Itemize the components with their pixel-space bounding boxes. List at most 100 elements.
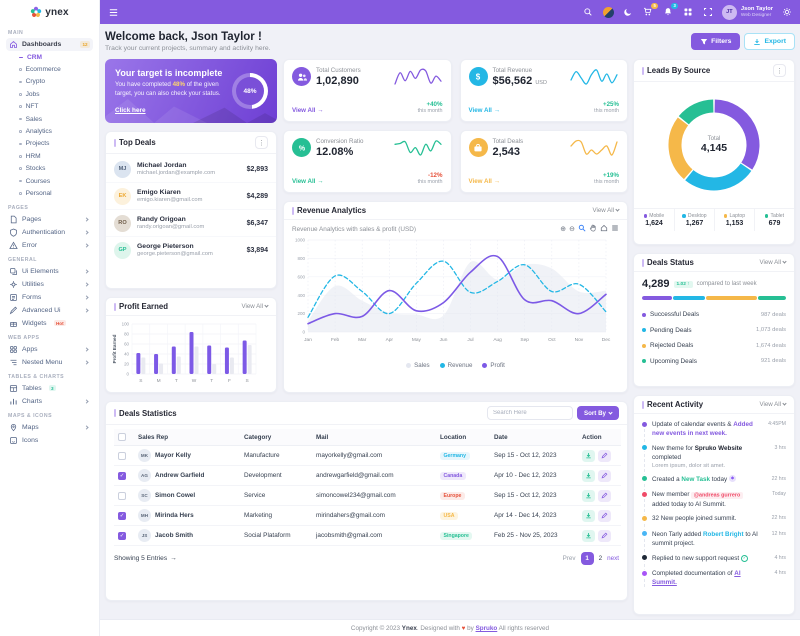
leads-menu-button[interactable]: ⋮ <box>773 64 786 77</box>
deals-view-all-link[interactable]: View All → <box>469 178 501 185</box>
legend-profit[interactable]: Profit <box>482 362 505 369</box>
sidebar-subitem-crm[interactable]: CRM <box>6 51 93 63</box>
chevron-down-icon <box>782 259 787 264</box>
fullscreen-icon[interactable] <box>702 6 715 19</box>
hamburger-menu-icon[interactable] <box>107 6 120 19</box>
profit-view-all[interactable]: View All <box>241 303 269 310</box>
conversion-view-all-link[interactable]: View All → <box>292 178 324 185</box>
search-icon[interactable] <box>582 6 595 19</box>
dark-mode-moon-icon[interactable] <box>622 6 635 19</box>
selection-zoom-icon[interactable] <box>578 224 586 234</box>
col-sales-rep[interactable]: Sales Rep <box>134 429 240 446</box>
spruko-link[interactable]: Spruko <box>476 625 498 632</box>
logo[interactable]: ynex <box>0 0 99 24</box>
sidebar-subitem-crypto[interactable]: Crypto <box>6 76 93 88</box>
legend-mobile: Mobile 1,624 <box>643 213 665 227</box>
deal-list-item[interactable]: EK Emigo Kiaren emigo.kiaren@gmail.com $4… <box>106 182 276 209</box>
sidebar-subitem-jobs[interactable]: Jobs <box>6 88 93 100</box>
row-checkbox[interactable]: ✓ <box>118 491 126 500</box>
page-1-button[interactable]: 1 <box>580 552 594 565</box>
settings-gear-icon[interactable] <box>780 6 793 19</box>
sidebar-item-widgets[interactable]: Widgets Hot <box>6 317 93 330</box>
sidebar-subitem-stocks[interactable]: Stocks <box>6 163 93 175</box>
sidebar-subitem-courses[interactable]: Courses <box>6 175 93 187</box>
sidebar-item-forms[interactable]: Forms <box>6 291 93 304</box>
country-flag-icon[interactable] <box>602 6 615 19</box>
legend-sales[interactable]: Sales <box>406 362 430 369</box>
sidebar-subitem-ecommerce[interactable]: Ecommerce <box>6 63 93 75</box>
col-category[interactable]: Category <box>240 429 312 446</box>
home-reset-icon[interactable] <box>600 224 608 234</box>
revenue-view-all[interactable]: View All <box>592 207 620 214</box>
edit-action-button[interactable] <box>598 489 611 502</box>
user-menu[interactable]: JT Json Taylor Web Designer <box>721 4 773 20</box>
sidebar-subitem-hrm[interactable]: HRM <box>6 150 93 162</box>
deals-status-view-all[interactable]: View All <box>759 259 787 266</box>
sidebar-subitem-analytics[interactable]: Analytics <box>6 125 93 137</box>
legend-revenue[interactable]: Revenue <box>439 362 472 369</box>
sidebar-item-pages[interactable]: Pages <box>6 213 93 226</box>
edit-action-button[interactable] <box>598 509 611 522</box>
edit-action-button[interactable] <box>598 529 611 542</box>
edit-action-button[interactable] <box>598 449 611 462</box>
cart-icon[interactable]: 5 <box>642 2 658 19</box>
row-checkbox[interactable]: ✓ <box>118 451 126 460</box>
notifications-bell-icon[interactable]: 3 <box>662 2 678 19</box>
sidebar-item-icons[interactable]: Icons <box>6 434 93 447</box>
zoom-out-icon[interactable]: ⊖ <box>569 226 575 233</box>
sidebar-item-advanced-ui[interactable]: Advanced Ui <box>6 304 93 317</box>
export-button[interactable]: Export <box>744 33 795 50</box>
top-deals-menu-button[interactable]: ⋮ <box>255 136 268 149</box>
download-action-button[interactable] <box>582 489 595 502</box>
sidebar-item-nested-menu[interactable]: Nested Menu <box>6 356 93 369</box>
page-2-button[interactable]: 2 <box>599 555 603 562</box>
row-checkbox[interactable]: ✓ <box>118 531 126 540</box>
activity-link[interactable]: New Task <box>681 476 710 483</box>
banner-click-here-link[interactable]: Click here <box>115 107 146 114</box>
sidebar-item-maps[interactable]: Maps <box>6 421 93 434</box>
sidebar-subitem-nft[interactable]: NFT <box>6 101 93 113</box>
download-action-button[interactable] <box>582 469 595 482</box>
chart-menu-icon[interactable] <box>611 224 619 234</box>
deal-list-item[interactable]: GP George Pieterson george.pieterson@gmai… <box>106 236 276 263</box>
deal-list-item[interactable]: RO Randy Origoan randy.origoan@gmail.com … <box>106 209 276 236</box>
download-action-button[interactable] <box>582 509 595 522</box>
sidebar-item-ui-elements[interactable]: Ui Elements <box>6 265 93 278</box>
sidebar-subitem-personal[interactable]: Personal <box>6 187 93 199</box>
deals-search-input[interactable] <box>486 406 573 420</box>
next-page-button[interactable]: next <box>607 555 619 562</box>
download-action-button[interactable] <box>582 529 595 542</box>
download-action-button[interactable] <box>582 449 595 462</box>
customers-view-all-link[interactable]: View All → <box>292 107 324 114</box>
revenue-view-all-link[interactable]: View All → <box>469 107 501 114</box>
col-date[interactable]: Date <box>490 429 578 446</box>
row-checkbox[interactable]: ✓ <box>118 511 126 520</box>
col-mail[interactable]: Mail <box>312 429 436 446</box>
app-root: ynex MAIN Dashboards 12 CRM Ecommerce Cr… <box>0 0 800 636</box>
zoom-in-icon[interactable]: ⊕ <box>560 226 566 233</box>
col-action[interactable]: Action <box>578 429 621 446</box>
sidebar-subitem-sales[interactable]: Sales <box>6 113 93 125</box>
select-all-checkbox[interactable]: ✓ <box>118 433 126 441</box>
sidebar-subitem-projects[interactable]: Projects <box>6 138 93 150</box>
sidebar-item-error[interactable]: Error <box>6 239 93 252</box>
sidebar-item-authentication[interactable]: Authentication <box>6 226 93 239</box>
pan-hand-icon[interactable] <box>589 224 597 234</box>
sidebar-item-charts[interactable]: Charts <box>6 395 93 408</box>
sidebar-item-tables[interactable]: Tables 3 <box>6 382 93 395</box>
sort-by-button[interactable]: Sort By <box>576 406 619 420</box>
prev-page-button[interactable]: Prev <box>563 555 576 562</box>
filters-button[interactable]: Filters <box>691 33 741 50</box>
edit-action-button[interactable] <box>598 469 611 482</box>
apps-grid-icon[interactable] <box>682 6 695 19</box>
sidebar-item-utilities[interactable]: Utilities <box>6 278 93 291</box>
chevron-right-icon <box>84 295 89 300</box>
col-location[interactable]: Location <box>436 429 490 446</box>
sidebar-item-apps[interactable]: Apps <box>6 343 93 356</box>
deal-list-item[interactable]: MJ Michael Jordan michael.jordan@example.… <box>106 156 276 182</box>
activity-link[interactable]: Robert Bright <box>703 531 744 538</box>
activity-view-all[interactable]: View All <box>759 401 787 408</box>
sidebar-item-dashboards[interactable]: Dashboards 12 <box>6 38 93 51</box>
activity-item: 3 hrs New theme for Spruko Website compl… <box>641 444 786 469</box>
row-checkbox[interactable]: ✓ <box>118 471 126 480</box>
